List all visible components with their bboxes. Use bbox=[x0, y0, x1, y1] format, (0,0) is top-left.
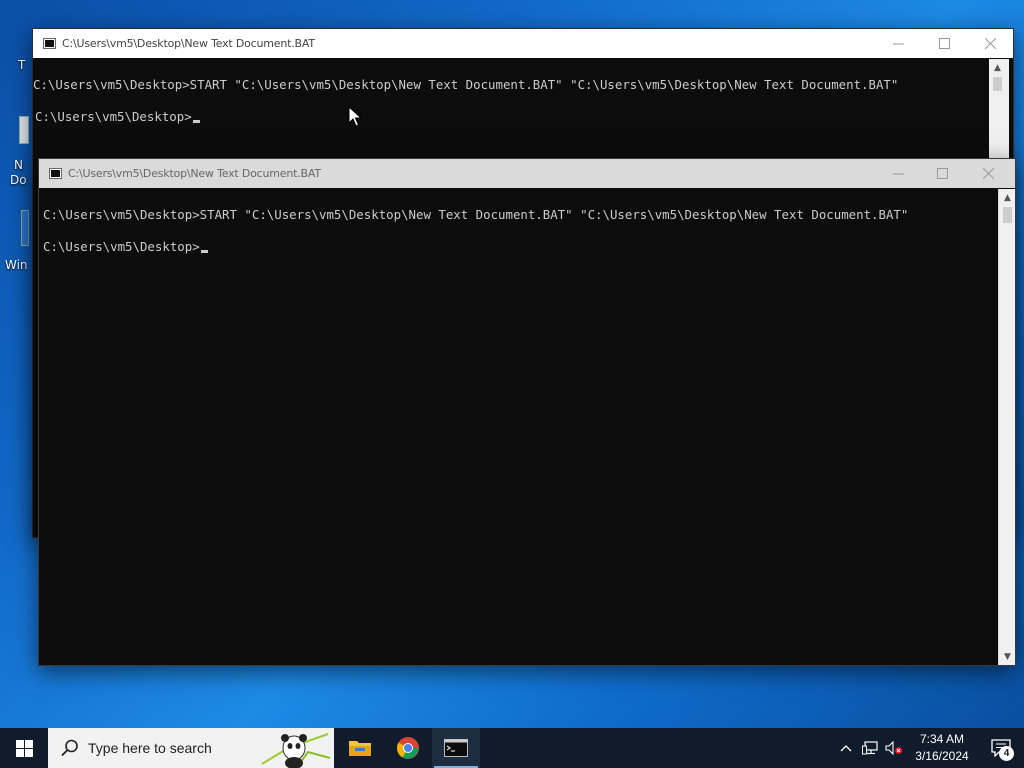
minimize-icon bbox=[892, 173, 904, 175]
system-tray: 7:34 AM 3/16/2024 4 bbox=[834, 728, 1024, 768]
action-center-button[interactable]: 4 bbox=[978, 728, 1024, 768]
minimize-button[interactable] bbox=[875, 159, 921, 188]
start-button[interactable] bbox=[0, 728, 48, 768]
document-icon[interactable] bbox=[19, 116, 29, 144]
taskbar-chrome[interactable] bbox=[384, 728, 432, 768]
close-button[interactable] bbox=[967, 29, 1013, 58]
clock-time: 7:34 AM bbox=[919, 732, 965, 746]
taskbar-command-prompt[interactable] bbox=[432, 728, 480, 768]
scroll-down-arrow-icon[interactable]: ▼ bbox=[999, 648, 1015, 665]
console-prompt: C:\Users\vm5\Desktop> bbox=[43, 239, 208, 255]
prompt-text: C:\Users\vm5\Desktop> bbox=[43, 239, 200, 254]
search-icon bbox=[61, 739, 78, 757]
mouse-pointer-icon bbox=[348, 106, 362, 127]
maximize-button[interactable] bbox=[919, 159, 965, 188]
maximize-icon bbox=[938, 38, 950, 49]
clock-date: 3/16/2024 bbox=[915, 749, 969, 763]
taskbar: Type here to search 7:34 AM 3/16/2024 4 bbox=[0, 728, 1024, 768]
chrome-icon bbox=[397, 737, 419, 759]
chevron-up-icon bbox=[840, 745, 852, 752]
volume-button[interactable] bbox=[882, 728, 906, 768]
close-icon bbox=[984, 38, 996, 49]
notification-count-badge: 4 bbox=[999, 746, 1014, 761]
front-vertical-scrollbar[interactable]: ▲ ▼ bbox=[998, 189, 1015, 665]
taskbar-clock[interactable]: 7:34 AM 3/16/2024 bbox=[906, 731, 978, 765]
front-cmd-window[interactable]: C:\Users\vm5\Desktop\New Text Document.B… bbox=[38, 158, 1016, 666]
console-line: C:\Users\vm5\Desktop>START "C:\Users\vm5… bbox=[33, 77, 899, 92]
desktop-icon-label-1[interactable]: T bbox=[18, 58, 25, 72]
cmd-window-icon bbox=[43, 38, 56, 49]
text-cursor bbox=[200, 250, 208, 253]
file-explorer-icon bbox=[349, 741, 371, 756]
text-cursor bbox=[192, 120, 200, 123]
front-window-title: C:\Users\vm5\Desktop\New Text Document.B… bbox=[68, 167, 321, 180]
volume-muted-icon bbox=[885, 741, 902, 755]
front-console-output[interactable]: C:\Users\vm5\Desktop>START "C:\Users\vm5… bbox=[39, 189, 997, 665]
taskbar-file-explorer[interactable] bbox=[336, 728, 384, 768]
desktop-icon-label-4[interactable]: Win bbox=[5, 258, 28, 272]
windows-shortcut-icon[interactable] bbox=[21, 210, 29, 246]
minimize-icon bbox=[892, 43, 904, 45]
command-prompt-icon bbox=[444, 739, 468, 757]
close-icon bbox=[982, 168, 994, 179]
console-line: C:\Users\vm5\Desktop>START "C:\Users\vm5… bbox=[43, 207, 909, 222]
maximize-button[interactable] bbox=[921, 29, 967, 58]
back-window-titlebar[interactable]: C:\Users\vm5\Desktop\New Text Document.B… bbox=[33, 29, 1013, 58]
cmd-window-icon bbox=[49, 168, 62, 179]
scroll-up-arrow-icon[interactable]: ▲ bbox=[999, 189, 1015, 206]
minimize-button[interactable] bbox=[875, 29, 921, 58]
desktop-icon-label-3[interactable]: Do bbox=[10, 173, 27, 187]
search-placeholder: Type here to search bbox=[88, 740, 212, 756]
back-window-title: C:\Users\vm5\Desktop\New Text Document.B… bbox=[62, 37, 315, 50]
front-window-titlebar[interactable]: C:\Users\vm5\Desktop\New Text Document.B… bbox=[39, 159, 1015, 188]
console-prompt: C:\Users\vm5\Desktop> bbox=[35, 109, 200, 125]
network-icon bbox=[862, 741, 878, 755]
scrollbar-thumb[interactable] bbox=[993, 77, 1002, 91]
prompt-text: C:\Users\vm5\Desktop> bbox=[35, 109, 192, 124]
search-highlight-panda-icon bbox=[261, 733, 331, 768]
taskbar-search-box[interactable]: Type here to search bbox=[48, 728, 334, 768]
scroll-up-arrow-icon[interactable]: ▲ bbox=[989, 59, 1006, 76]
scrollbar-thumb[interactable] bbox=[1003, 207, 1012, 223]
close-button[interactable] bbox=[965, 159, 1011, 188]
desktop: T N Do Win C:\Users\vm5\Desktop\New Text… bbox=[0, 0, 1024, 728]
desktop-icon-label-2[interactable]: N bbox=[14, 158, 23, 172]
maximize-icon bbox=[936, 168, 948, 179]
show-hidden-icons-button[interactable] bbox=[834, 728, 858, 768]
network-button[interactable] bbox=[858, 728, 882, 768]
windows-logo-icon bbox=[15, 739, 33, 757]
